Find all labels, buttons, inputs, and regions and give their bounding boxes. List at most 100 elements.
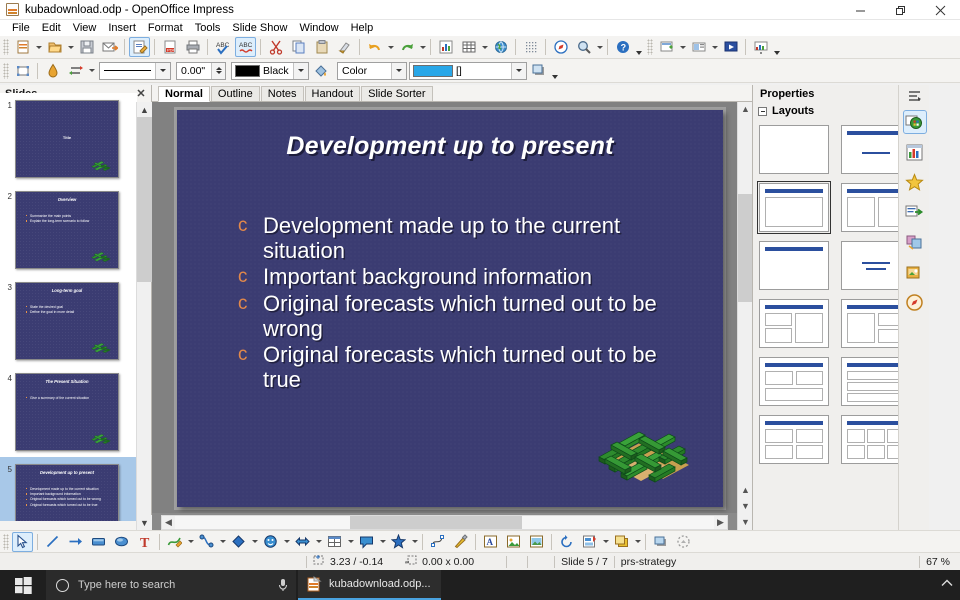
points-tool-icon[interactable] <box>427 532 448 552</box>
slide-thumbnail-item[interactable]: 5 Development up to present Development ma… <box>0 457 137 521</box>
horizontal-scroll-track[interactable] <box>175 516 714 529</box>
fill-style-chevron-down-icon[interactable] <box>391 62 406 79</box>
stars-shapes-icon[interactable] <box>388 532 409 552</box>
slide-thumbnail-item[interactable]: 4 The Present Situation Give a summary of … <box>0 366 137 457</box>
gallery-tab[interactable] <box>899 167 930 197</box>
position-and-size-icon[interactable] <box>12 61 33 81</box>
arrow-line-tool-icon[interactable] <box>65 532 86 552</box>
flowchart-shapes-icon[interactable] <box>324 532 345 552</box>
menu-slide-show[interactable]: Slide Show <box>226 21 293 35</box>
fill-color-select[interactable]: [] <box>409 61 527 80</box>
insert-table-icon[interactable] <box>458 37 479 57</box>
master-slide-dropdown-icon[interactable] <box>678 37 687 57</box>
save-document-icon[interactable] <box>76 37 97 57</box>
ellipse-tool-icon[interactable] <box>111 532 132 552</box>
collapse-icon[interactable] <box>758 106 767 116</box>
spelling-check-icon[interactable]: ABC <box>212 37 233 57</box>
menu-edit[interactable]: Edit <box>36 21 67 35</box>
fill-style-select[interactable]: Color <box>337 61 407 80</box>
scroll-down-icon[interactable]: ▼ <box>738 514 753 529</box>
glue-points-icon[interactable] <box>450 532 471 552</box>
current-slide[interactable]: Development up to present ɔ Development m… <box>177 110 723 507</box>
tab-handout[interactable]: Handout <box>304 86 361 101</box>
new-document-dropdown-icon[interactable] <box>34 37 43 57</box>
scroll-up-icon[interactable]: ▲ <box>137 102 152 117</box>
scroll-right-icon[interactable]: ▶ <box>714 516 727 529</box>
symbol-shapes-smiley-icon[interactable] <box>260 532 281 552</box>
paste-icon[interactable] <box>311 37 332 57</box>
filter-draw-icon[interactable] <box>673 532 694 552</box>
slide-show-settings-icon[interactable] <box>750 37 771 57</box>
shadow-icon[interactable] <box>528 61 549 81</box>
horizontal-scrollbar[interactable]: ◀ ▶ <box>161 515 728 530</box>
windows-start-icon[interactable] <box>0 570 46 600</box>
vertical-scrollbar[interactable]: ▲ ▲ ▼ ▼ <box>737 102 753 530</box>
select-tool-icon[interactable] <box>12 531 33 552</box>
slide-title-placeholder[interactable]: Development up to present <box>207 132 693 161</box>
flowchart-dropdown-icon[interactable] <box>346 532 355 552</box>
tab-outline[interactable]: Outline <box>210 86 260 101</box>
line-width-spin-arrows-icon[interactable] <box>211 62 225 79</box>
master-pages-tab[interactable] <box>899 107 930 137</box>
display-views-dropdown-icon[interactable] <box>710 37 719 57</box>
toolbar-overflow-icon[interactable] <box>634 37 644 57</box>
email-document-icon[interactable] <box>99 37 120 57</box>
scroll-down-icon[interactable]: ▼ <box>137 515 152 530</box>
scroll-up-icon[interactable]: ▲ <box>738 102 753 116</box>
block-arrows-dropdown-icon[interactable] <box>314 532 323 552</box>
arrow-style-dropdown-icon[interactable] <box>87 61 96 81</box>
menu-format[interactable]: Format <box>142 21 189 35</box>
shadow-draw-icon[interactable] <box>650 532 671 552</box>
line-color-icon[interactable] <box>42 61 63 81</box>
close-button[interactable] <box>920 0 960 20</box>
text-tool-icon[interactable]: T <box>134 532 155 552</box>
presentation-toolbar-grip[interactable] <box>647 39 653 55</box>
line-color-select[interactable]: Black <box>231 61 309 80</box>
layout-option-title-only[interactable] <box>759 241 829 290</box>
slide-thumbnail[interactable]: Long-term goal State the desired goal Defi… <box>15 281 119 360</box>
layout-option-four-content[interactable] <box>759 415 829 464</box>
edit-file-icon[interactable] <box>129 37 150 57</box>
undo-icon[interactable] <box>364 37 385 57</box>
start-slideshow-icon[interactable] <box>720 37 741 57</box>
tab-normal[interactable]: Normal <box>158 86 210 102</box>
slide-thumbnail-item[interactable]: 3 Long-term goal State the desired goal Def… <box>0 275 137 366</box>
menu-file[interactable]: File <box>6 21 36 35</box>
presentation-toolbar-overflow-icon[interactable] <box>772 37 782 57</box>
curve-dropdown-icon[interactable] <box>186 532 195 552</box>
alignment-dropdown-icon[interactable] <box>601 532 610 552</box>
help-icon[interactable]: ? <box>612 37 633 57</box>
new-document-icon[interactable] <box>12 37 33 57</box>
slide-canvas[interactable]: Development up to present ɔ Development m… <box>152 102 737 513</box>
fill-color-chevron-down-icon[interactable] <box>511 62 526 79</box>
horizontal-scroll-thumb[interactable] <box>350 516 522 529</box>
undo-dropdown-icon[interactable] <box>386 37 395 57</box>
block-arrows-icon[interactable] <box>292 532 313 552</box>
microphone-icon[interactable] <box>270 570 296 600</box>
layout-option-two-content-left-split[interactable] <box>759 299 829 348</box>
open-document-dropdown-icon[interactable] <box>66 37 75 57</box>
display-grid-icon[interactable] <box>520 37 541 57</box>
animation-tab[interactable] <box>899 197 930 227</box>
slide-thumbnail[interactable]: Development up to present Development mad… <box>15 463 119 521</box>
basic-shapes-diamond-icon[interactable] <box>228 532 249 552</box>
zoom-icon[interactable] <box>573 37 594 57</box>
callout-dropdown-icon[interactable] <box>378 532 387 552</box>
tab-slide-sorter[interactable]: Slide Sorter <box>361 86 433 101</box>
connector-tool-icon[interactable] <box>196 532 217 552</box>
slide-thumbnail-item[interactable]: 1 Title <box>0 93 137 184</box>
previous-slide-icon[interactable]: ▲ <box>738 482 753 497</box>
redo-icon[interactable] <box>396 37 417 57</box>
rectangle-tool-icon[interactable] <box>88 532 109 552</box>
layout-option-title-only-content[interactable] <box>757 181 831 234</box>
insert-chart-icon[interactable] <box>435 37 456 57</box>
scroll-left-icon[interactable]: ◀ <box>162 516 175 529</box>
display-views-icon[interactable] <box>688 37 709 57</box>
copy-icon[interactable] <box>288 37 309 57</box>
restore-button[interactable] <box>880 0 920 20</box>
slide-thumbnail-item[interactable]: 2 Overview Summarize the main points Explai… <box>0 184 137 275</box>
slide-thumbnail[interactable]: Title <box>15 99 119 178</box>
symbol-shapes-dropdown-icon[interactable] <box>282 532 291 552</box>
menu-window[interactable]: Window <box>293 21 344 35</box>
tab-notes[interactable]: Notes <box>260 86 304 101</box>
